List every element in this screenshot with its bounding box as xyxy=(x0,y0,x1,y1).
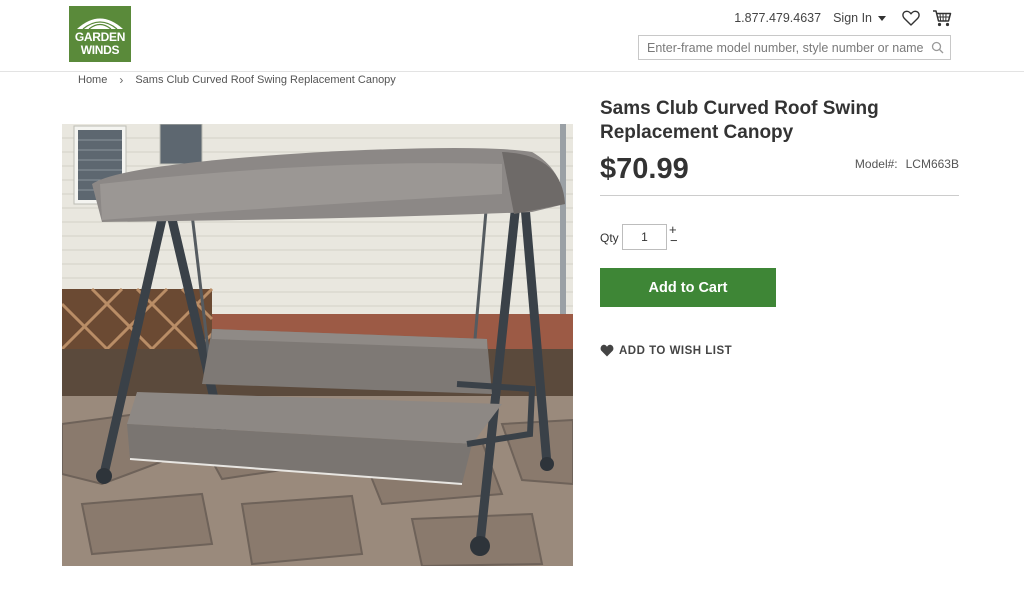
logo-roof-icon xyxy=(77,18,123,30)
header-top-links: 1.877.479.4637 Sign In xyxy=(734,8,952,28)
model-number: LCM663B xyxy=(905,157,959,171)
site-header: GARDEN WINDS 1.877.479.4637 Sign In xyxy=(0,0,1024,72)
logo-text-line1: GARDEN xyxy=(74,30,126,44)
model-label: Model#: xyxy=(854,157,898,171)
sign-in-label: Sign In xyxy=(833,11,872,25)
product-image[interactable] xyxy=(62,124,573,566)
product-price: $70.99 xyxy=(600,153,689,185)
add-to-wish-list-link[interactable]: ADD TO WISH LIST xyxy=(600,344,732,357)
qty-decrease-button[interactable]: − xyxy=(670,234,678,247)
breadcrumb: Home › Sams Club Curved Roof Swing Repla… xyxy=(78,73,396,87)
heart-icon[interactable] xyxy=(902,10,920,26)
price-divider xyxy=(600,195,959,196)
garden-winds-logo[interactable]: GARDEN WINDS xyxy=(69,6,131,62)
wish-list-label: ADD TO WISH LIST xyxy=(619,344,733,357)
qty-input[interactable] xyxy=(622,224,667,250)
add-to-cart-button[interactable]: Add to Cart xyxy=(600,268,776,307)
cart-icon[interactable] xyxy=(932,9,952,27)
chevron-down-icon xyxy=(878,15,886,21)
search-box xyxy=(638,35,951,60)
search-input[interactable] xyxy=(639,36,929,59)
product-photo xyxy=(62,124,573,566)
breadcrumb-home-link[interactable]: Home xyxy=(78,74,107,86)
search-icon[interactable] xyxy=(931,41,944,54)
breadcrumb-current: Sams Club Curved Roof Swing Replacement … xyxy=(135,74,396,86)
product-model: Model#: LCM663B xyxy=(855,157,959,171)
qty-label: Qty xyxy=(600,231,619,245)
logo-text-line2: WINDS xyxy=(80,43,120,57)
breadcrumb-separator: › xyxy=(119,73,124,87)
product-title: Sams Club Curved Roof Swing Replacement … xyxy=(600,98,879,143)
heart-filled-icon xyxy=(600,344,614,357)
sign-in-link[interactable]: Sign In xyxy=(833,11,886,25)
phone-number[interactable]: 1.877.479.4637 xyxy=(734,11,821,25)
